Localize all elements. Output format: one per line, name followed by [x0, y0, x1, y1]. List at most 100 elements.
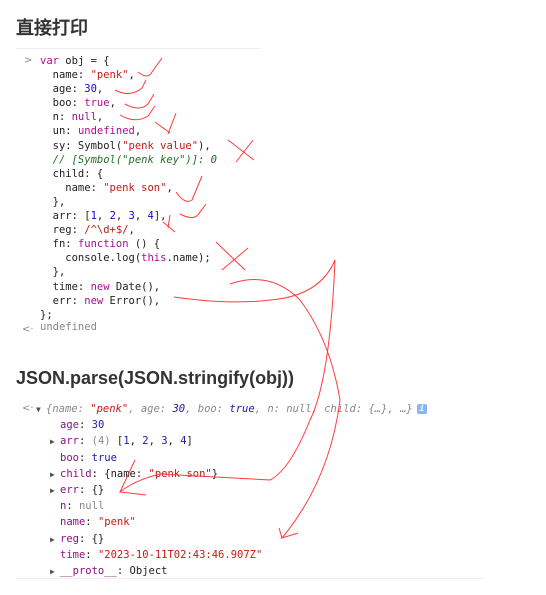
divider	[16, 48, 261, 49]
code-token: reg	[60, 532, 79, 545]
divider	[16, 578, 484, 579]
code-line: name: "penk",	[40, 68, 217, 82]
code-token: },	[40, 266, 66, 279]
code-token: ,	[134, 125, 142, 138]
result-property: time: "2023-10-11T02:43:46.907Z"	[36, 547, 427, 563]
code-token: true	[229, 403, 255, 415]
code-token: ,	[166, 181, 173, 194]
result-property[interactable]: ▶ child: {name: "penk son"}	[36, 466, 427, 482]
code-token: boo:	[40, 97, 85, 110]
code-token: null	[71, 111, 97, 124]
console-result-object[interactable]: ▼ {name: "penk", age: 30, boo: true, n: n…	[36, 401, 427, 579]
result-property[interactable]: ▶ arr: (4) [1, 2, 3, 4]	[36, 433, 427, 449]
code-token: child	[60, 467, 92, 480]
result-property[interactable]: ▶ __proto__: Object	[36, 563, 427, 579]
code-token: arr	[60, 435, 79, 448]
code-token: :	[78, 435, 92, 448]
code-token: err:	[40, 294, 85, 307]
code-line: name: "penk son",	[40, 181, 217, 195]
code-token: age:	[40, 83, 85, 96]
code-token: // [Symbol("penk key")]: 0	[40, 153, 218, 166]
code-token: ,	[167, 435, 181, 448]
code-token: ,	[109, 97, 116, 110]
code-token: var	[40, 55, 66, 67]
code-line: // [Symbol("penk key")]: 0	[40, 153, 217, 167]
code-token: : {name:	[91, 467, 149, 480]
code-token: ,	[134, 210, 148, 223]
result-property: n: null	[36, 498, 427, 514]
code-token: ,	[96, 83, 104, 96]
code-token: "penk"	[97, 516, 136, 529]
code-token: :	[66, 500, 79, 513]
code-line: },	[40, 265, 217, 279]
expand-triangle-icon[interactable]: ▶	[50, 532, 60, 548]
code-line: boo: true,	[40, 96, 217, 110]
code-token: :	[85, 516, 98, 529]
code-token: "penk"	[90, 403, 129, 415]
code-token: null	[286, 403, 312, 415]
result-property: age: 30	[36, 417, 427, 433]
heading-direct-print: 直接打印	[16, 18, 88, 39]
code-token: };	[40, 308, 53, 321]
expand-triangle-icon[interactable]: ▶	[50, 434, 60, 450]
result-property[interactable]: ▶ err: {}	[36, 482, 427, 498]
code-token: ,	[128, 69, 135, 82]
code-token: :	[78, 451, 92, 464]
code-token: "2023-10-11T02:43:46.907Z"	[97, 548, 263, 561]
code-token: reg:	[40, 224, 85, 237]
code-token: ,	[148, 435, 162, 448]
code-line: };	[40, 308, 217, 322]
code-token: :	[78, 419, 92, 432]
code-token: name	[60, 516, 86, 529]
code-token: new	[84, 294, 104, 307]
input-prompt-icon: >	[24, 55, 33, 66]
code-token: function	[77, 238, 129, 251]
result-property: boo: true	[36, 450, 427, 466]
result-summary[interactable]: ▼ {name: "penk", age: 30, boo: true, n: n…	[36, 401, 427, 417]
code-line: reg: /^\d+$/,	[40, 223, 217, 237]
code-token: obj = {	[65, 55, 110, 67]
code-token: }	[211, 467, 219, 480]
code-token: n:	[40, 111, 72, 124]
expand-triangle-icon[interactable]: ▶	[50, 483, 60, 499]
code-token: "penk son"	[103, 181, 167, 194]
cross-mark	[227, 139, 255, 163]
code-line: fn: function () {	[40, 237, 217, 251]
code-token: , age:	[128, 403, 173, 415]
console-input-code[interactable]: var obj = { name: "penk", age: 30, boo: …	[40, 54, 217, 322]
code-token: this	[141, 252, 167, 265]
code-line: err: new Error(),	[40, 294, 217, 308]
code-token: 30	[84, 83, 97, 96]
code-token: .name);	[166, 252, 211, 265]
code-token: arr: [	[40, 210, 91, 223]
code-token: child: {	[40, 167, 104, 180]
code-token: new	[90, 280, 110, 293]
code-token: /^\d+$/	[84, 224, 129, 237]
code-token: ),	[198, 139, 211, 152]
code-line: console.log(this.name);	[40, 251, 217, 265]
code-line: child: {	[40, 167, 217, 181]
code-token: ,	[96, 210, 110, 223]
code-token: : Object	[116, 564, 168, 577]
heading-json-clone: JSON.parse(JSON.stringify(obj))	[16, 368, 295, 388]
code-token: age	[60, 419, 79, 432]
code-token: ,	[129, 435, 143, 448]
code-token: err	[60, 483, 79, 496]
code-token: sy: Symbol(	[40, 139, 123, 152]
code-token: fn:	[40, 238, 78, 251]
result-property[interactable]: ▶ reg: {}	[36, 531, 427, 547]
code-token: time:	[40, 280, 91, 293]
code-token: ,	[115, 210, 129, 223]
expand-triangle-icon[interactable]: ▶	[50, 467, 60, 483]
code-token: 30	[172, 403, 186, 415]
code-token: , child: {…}, …}	[311, 403, 413, 415]
output-prompt-icon: <·	[22, 324, 34, 332]
code-token: undefined	[77, 125, 135, 138]
code-line: time: new Date(),	[40, 280, 217, 294]
code-token: "penk value"	[122, 139, 199, 152]
code-token: console.log(	[40, 252, 142, 265]
expand-triangle-icon[interactable]: ▼	[36, 402, 46, 418]
code-token: ]	[186, 435, 193, 448]
code-token: un:	[40, 125, 78, 138]
info-icon[interactable]: i	[416, 404, 427, 414]
